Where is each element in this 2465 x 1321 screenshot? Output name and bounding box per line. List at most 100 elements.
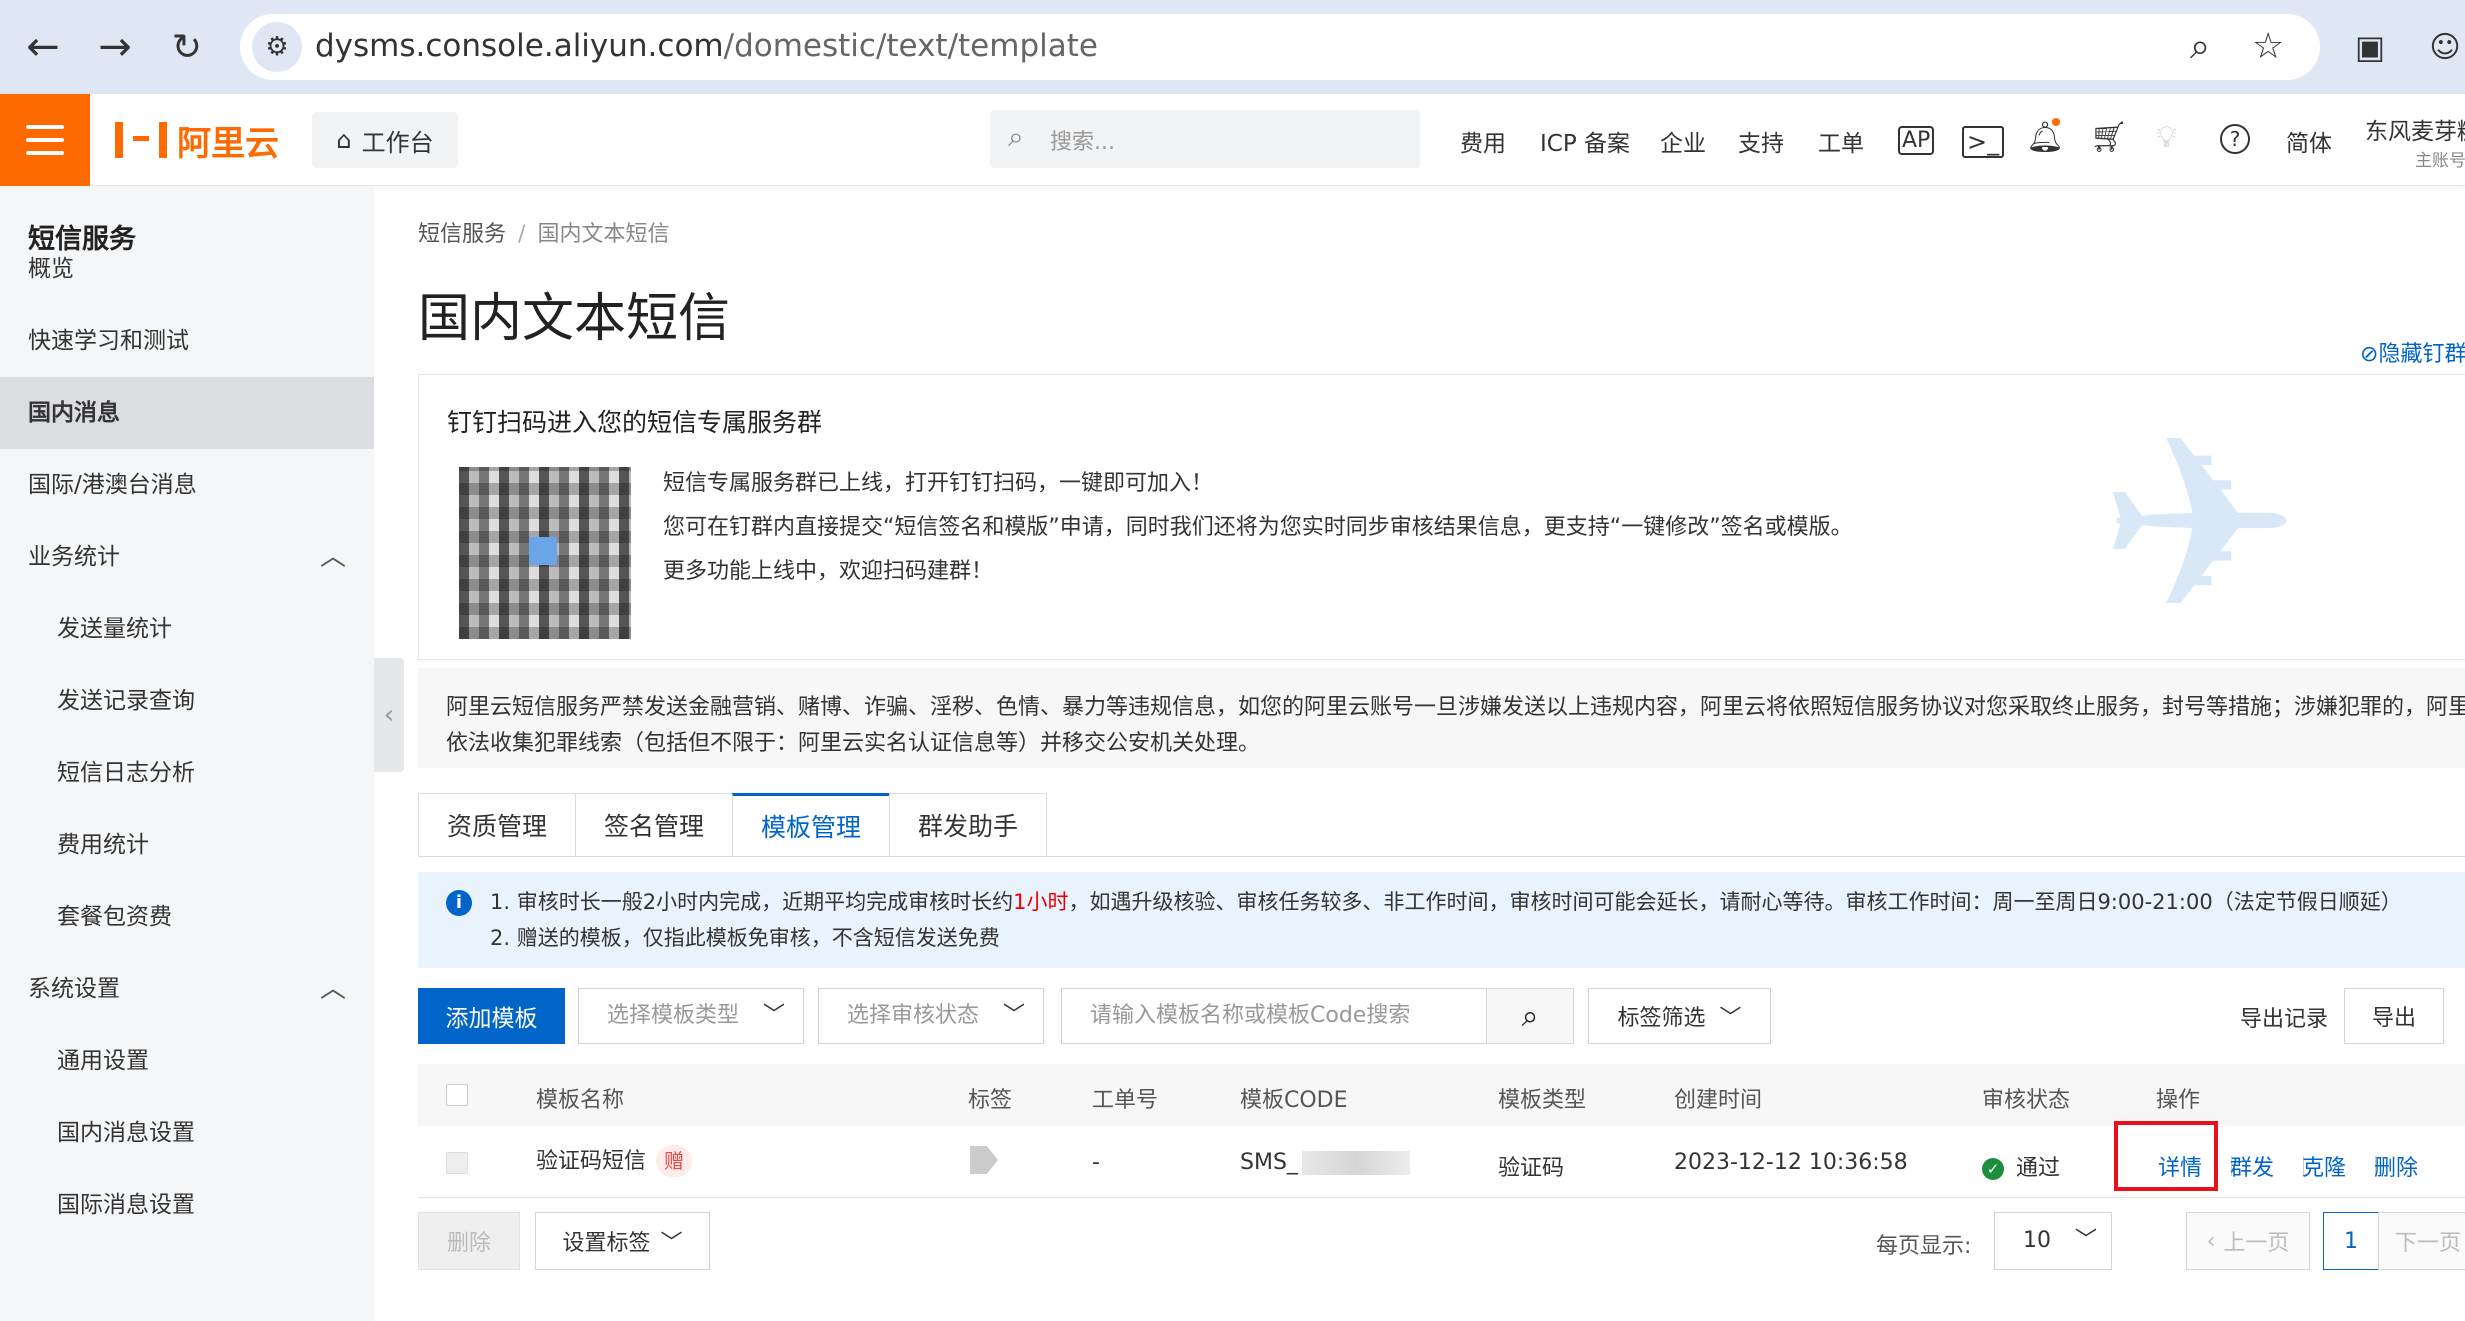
sidebar-item-label: 费用统计 xyxy=(57,832,149,858)
url-path: /domestic/text/template xyxy=(723,28,1098,64)
breadcrumb-root[interactable]: 短信服务 xyxy=(418,222,506,247)
site-settings-icon[interactable]: ⚙ xyxy=(252,22,302,72)
reload-icon[interactable]: ↻ xyxy=(162,22,212,72)
sidebar-item-package-pricing[interactable]: 套餐包资费 xyxy=(0,881,374,953)
side-panel-icon[interactable]: ▣ xyxy=(2345,22,2395,72)
global-search-input[interactable]: ⌕ 搜索... xyxy=(990,110,1420,168)
per-page-label: 每页显示: xyxy=(1876,1234,1972,1259)
page-1-button[interactable]: 1 xyxy=(2323,1212,2379,1270)
sidebar-item-send-records[interactable]: 发送记录查询 xyxy=(0,665,374,737)
sidebar-item-general-settings[interactable]: 通用设置 xyxy=(0,1025,374,1097)
select-all-checkbox[interactable] xyxy=(446,1084,468,1106)
template-code: SMS_ xyxy=(1240,1150,1298,1175)
template-name: 验证码短信 xyxy=(536,1149,647,1174)
tab-signature[interactable]: 签名管理 xyxy=(575,793,733,857)
help-icon[interactable]: ? xyxy=(2220,124,2250,154)
nav-enterprise[interactable]: 企业 xyxy=(1660,124,1706,158)
qr-code xyxy=(459,467,631,639)
sidebar-collapse-handle[interactable]: ‹ xyxy=(374,658,404,772)
nav-support[interactable]: 支持 xyxy=(1738,124,1784,158)
set-tag-button[interactable]: 设置标签 ﹀ xyxy=(535,1212,710,1270)
sidebar-item-domestic-settings[interactable]: 国内消息设置 xyxy=(0,1097,374,1169)
row-checkbox[interactable] xyxy=(446,1152,468,1174)
export-records-link[interactable]: 导出记录 xyxy=(2240,1001,2328,1033)
review-status-cell: ✓ 通过 xyxy=(1982,1150,2060,1182)
template-search-input[interactable]: 请输入模板名称或模板Code搜索 xyxy=(1061,988,1487,1044)
breadcrumb-separator: / xyxy=(518,222,526,247)
delete-link[interactable]: 删除 xyxy=(2374,1150,2418,1182)
sidebar-item-log-analysis[interactable]: 短信日志分析 xyxy=(0,737,374,809)
menu-icon[interactable] xyxy=(0,94,90,186)
check-circle-icon: ✓ xyxy=(1982,1158,2004,1180)
sidebar-item-label: 短信日志分析 xyxy=(57,760,195,786)
sidebar-item-send-volume[interactable]: 发送量统计 xyxy=(0,593,374,665)
url-text[interactable]: dysms.console.aliyun.com/domestic/text/t… xyxy=(315,28,1098,64)
review-status-select[interactable]: 选择审核状态 ﹀ xyxy=(818,988,1044,1044)
tab-bar: 资质管理 签名管理 模板管理 群发助手 xyxy=(418,793,1048,857)
account-name[interactable]: 东风麦芽糖 xyxy=(2365,112,2465,146)
back-icon[interactable]: ← xyxy=(18,22,68,72)
lightbulb-icon[interactable]: 💡︎ xyxy=(2156,120,2177,155)
bell-icon[interactable]: 🔔︎ xyxy=(2026,120,2064,155)
sidebar-item-label: 发送记录查询 xyxy=(57,688,195,714)
star-icon[interactable]: ☆ xyxy=(2252,26,2284,67)
sidebar-item-label: 国际消息设置 xyxy=(57,1192,195,1218)
nav-ticket[interactable]: 工单 xyxy=(1818,124,1864,158)
url-host: dysms.console.aliyun.com xyxy=(315,28,724,64)
cart-icon[interactable]: 🛒︎ xyxy=(2090,120,2128,155)
next-page-button[interactable]: 下一页 xyxy=(2378,1212,2465,1270)
api-icon[interactable]: AP xyxy=(1898,126,1935,155)
chevron-up-icon: ︿ xyxy=(319,974,346,1004)
dingtalk-line: 您可在钉群内直接提交“短信签名和模版”申请，同时我们还将为您实时同步审核结果信息… xyxy=(663,515,1853,540)
notice-line: 1. 审核时长一般2小时内完成，近期平均完成审核时长约1小时，如遇升级核验、审核… xyxy=(490,884,2465,920)
sidebar-item-label: 业务统计 xyxy=(28,544,120,570)
tag-icon[interactable] xyxy=(970,1146,998,1174)
workbench-button[interactable]: ⌂ 工作台 xyxy=(312,112,458,168)
export-button[interactable]: 导出 xyxy=(2344,988,2444,1044)
prev-page-button[interactable]: ‹ 上一页 xyxy=(2186,1212,2310,1270)
sidebar-item-label: 国际/港澳台消息 xyxy=(28,472,197,498)
hide-dingtalk-link[interactable]: ⊘隐藏钉群 xyxy=(2360,336,2465,368)
nav-fees[interactable]: 费用 xyxy=(1460,124,1506,158)
profile-avatar-icon[interactable]: ☺ xyxy=(2420,22,2465,72)
sidebar-item-international[interactable]: 国际/港澳台消息 xyxy=(0,449,374,521)
column-header: 标签 xyxy=(968,1088,1013,1113)
clone-link[interactable]: 克隆 xyxy=(2302,1150,2346,1182)
tab-bulk-assistant[interactable]: 群发助手 xyxy=(889,793,1048,857)
sidebar-group-settings[interactable]: 系统设置 ︿ xyxy=(0,953,374,1025)
logo-mark-icon xyxy=(115,122,167,158)
sidebar-item-international-settings[interactable]: 国际消息设置 xyxy=(0,1169,374,1241)
sidebar-item-domestic[interactable]: 国内消息 xyxy=(0,377,374,449)
tag-filter-select[interactable]: 标签筛选 ﹀ xyxy=(1588,988,1771,1044)
zoom-icon[interactable]: ⌕ xyxy=(2190,26,2210,68)
search-button[interactable]: ⌕ xyxy=(1486,988,1574,1044)
column-header: 模板名称 xyxy=(536,1088,625,1113)
tab-template[interactable]: 模板管理 xyxy=(732,793,890,857)
per-page-select[interactable]: 10 ﹀ xyxy=(1994,1212,2112,1270)
sidebar-item-overview[interactable]: 概览 xyxy=(0,233,374,305)
search-placeholder: 搜索... xyxy=(1050,130,1115,155)
info-icon: i xyxy=(446,890,472,916)
forward-icon[interactable]: → xyxy=(90,22,140,72)
address-bar[interactable]: ⚙ dysms.console.aliyun.com/domestic/text… xyxy=(240,14,2320,80)
bulk-send-link[interactable]: 群发 xyxy=(2230,1150,2274,1182)
nav-icp[interactable]: ICP 备案 xyxy=(1540,124,1630,158)
add-template-button[interactable]: 添加模板 xyxy=(418,988,565,1044)
sidebar-group-statistics[interactable]: 业务统计 ︿ xyxy=(0,521,374,593)
template-type-select[interactable]: 选择模板类型 ﹀ xyxy=(578,988,804,1044)
sidebar-item-cost-stats[interactable]: 费用统计 xyxy=(0,809,374,881)
bulk-delete-button[interactable]: 删除 xyxy=(418,1212,520,1270)
terminal-icon[interactable]: >_ xyxy=(1962,126,2005,158)
tab-qualification[interactable]: 资质管理 xyxy=(418,793,576,857)
sidebar-item-quickstart[interactable]: 快速学习和测试 xyxy=(0,305,374,377)
breadcrumb-current: 国内文本短信 xyxy=(537,222,670,247)
dingtalk-line: 更多功能上线中，欢迎扫码建群！ xyxy=(663,559,994,584)
per-page-value: 10 xyxy=(2023,1228,2051,1253)
column-header: 创建时间 xyxy=(1674,1088,1763,1113)
aliyun-logo[interactable]: 阿里云 xyxy=(115,116,279,164)
page-title: 国内文本短信 xyxy=(418,289,731,349)
language-switch[interactable]: 简体 xyxy=(2286,124,2332,158)
breadcrumb: 短信服务 / 国内文本短信 xyxy=(418,216,669,248)
chevron-up-icon: ︿ xyxy=(319,542,346,572)
chevron-down-icon: ﹀ xyxy=(660,1231,683,1256)
